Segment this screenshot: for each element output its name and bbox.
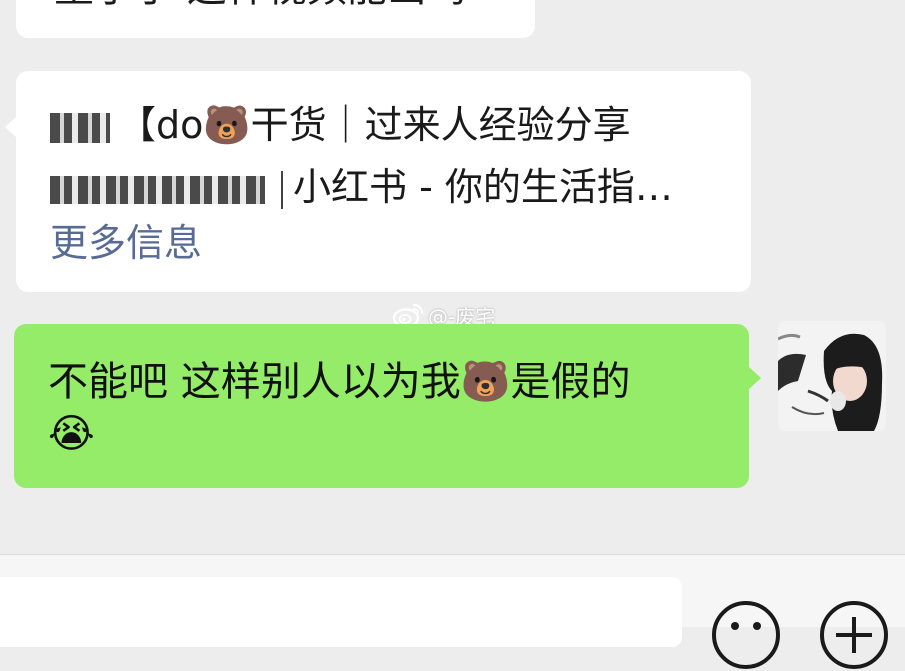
redacted-blur-icon [50, 175, 265, 204]
bubble-tail [749, 367, 761, 389]
redacted-blur-icon [50, 112, 110, 143]
link-title-text-1: 【do🐻干货｜过来人经验分享 [118, 103, 631, 147]
link-title-text-2: 小红书 - 你的生活指… [293, 165, 673, 209]
link-title-line-1: 【do🐻干货｜过来人经验分享 [50, 103, 631, 147]
message-bubble-received[interactable]: 重子了 这样视频能出吗 [16, 0, 535, 38]
bubble-tail [5, 116, 17, 138]
message-text-content: 不能吧 这样别人以为我🐻是假的 [48, 359, 631, 405]
face-palm-emoji: 😭 [48, 411, 95, 457]
plus-circle-icon[interactable] [818, 599, 890, 671]
smiley-face-icon[interactable] [710, 599, 782, 671]
more-info-link[interactable]: 更多信息 [50, 221, 202, 265]
chat-area[interactable]: 重子了 这样视频能出吗 【do🐻干货｜过来人经验分享 小红书 - 你的生活指… … [0, 0, 905, 554]
input-bar [0, 554, 905, 669]
link-title-line-2: 小红书 - 你的生活指… [50, 165, 673, 209]
separator [281, 170, 283, 209]
message-bubble-sent[interactable]: 不能吧 这样别人以为我🐻是假的 😭 [14, 324, 761, 488]
link-card-message[interactable]: 【do🐻干货｜过来人经验分享 小红书 - 你的生活指… 更多信息 [5, 71, 751, 292]
avatar-photo-icon [778, 321, 886, 431]
message-input[interactable] [0, 577, 682, 647]
message-text: 重子了 这样视频能出吗 [54, 0, 467, 8]
avatar[interactable] [778, 321, 886, 431]
message-text: 不能吧 这样别人以为我🐻是假的 😭 [48, 356, 738, 460]
